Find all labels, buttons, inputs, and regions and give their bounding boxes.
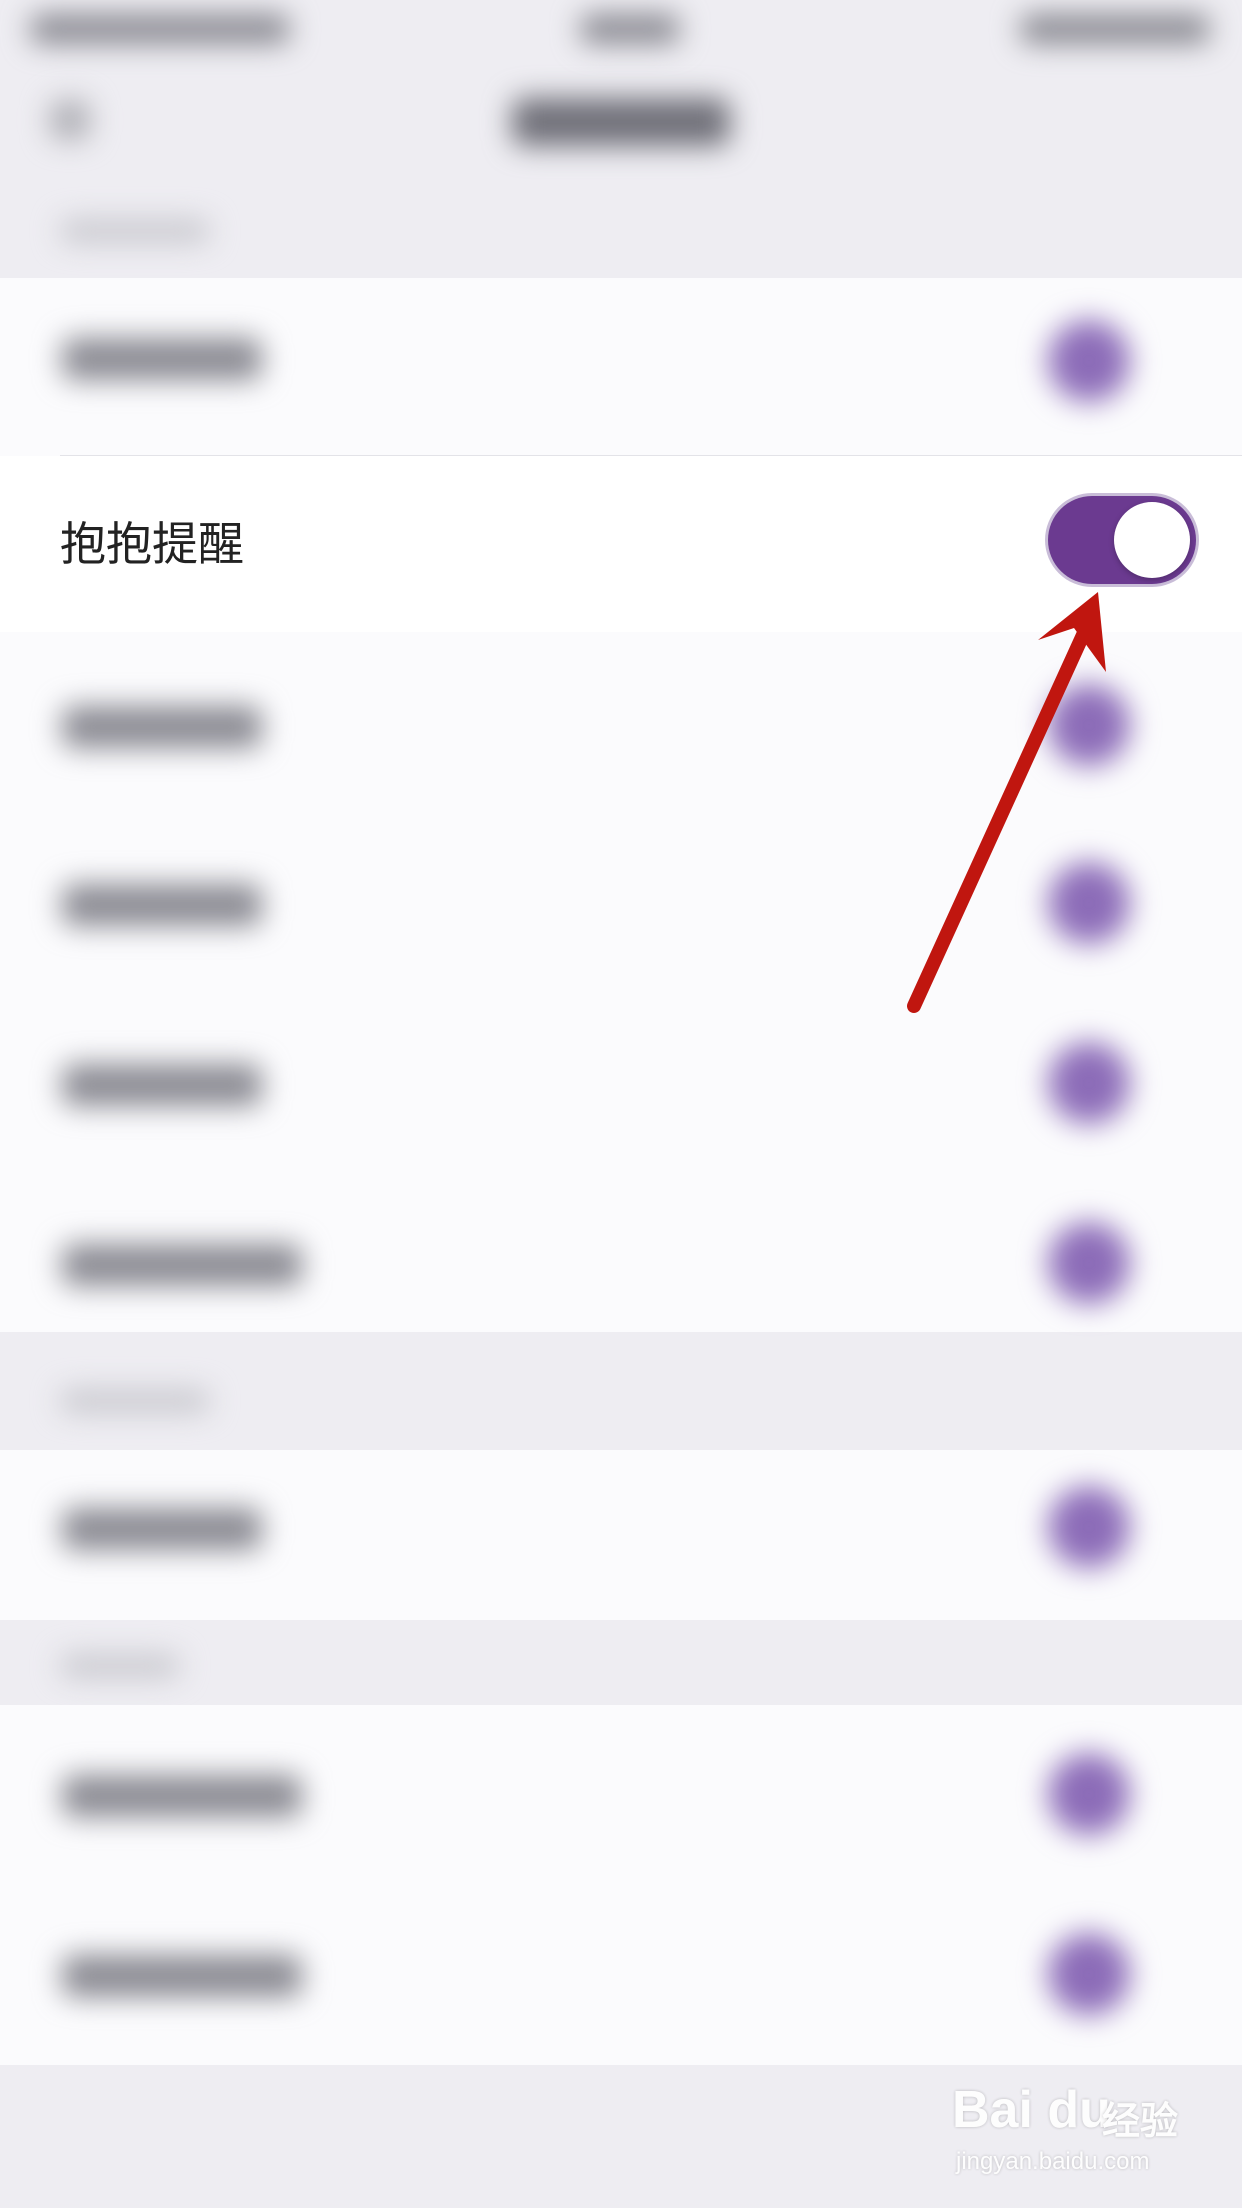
blurred-setting-rows	[0, 1705, 1242, 2065]
baidu-logo: Bai du	[952, 2081, 1111, 2139]
baidu-watermark: Bai du 经验 jingyan.baidu.com	[952, 2070, 1202, 2190]
blurred-section-header	[0, 1370, 1242, 1420]
setting-row-hug-reminder: 抱抱提醒	[0, 456, 1242, 632]
blurred-setting-rows	[0, 632, 1242, 1332]
blurred-setting-row	[0, 1450, 1242, 1620]
blurred-section-header	[0, 210, 1242, 260]
toggle-knob	[1114, 502, 1190, 578]
blurred-status-bar	[0, 0, 1242, 60]
hug-reminder-toggle[interactable]	[1048, 496, 1196, 584]
blurred-nav-bar	[0, 80, 1242, 170]
blurred-page-title	[512, 98, 730, 146]
back-icon	[50, 100, 90, 140]
setting-label: 抱抱提醒	[60, 517, 244, 571]
watermark-brand: 经验	[1102, 2099, 1179, 2143]
blurred-section-header	[0, 1635, 1242, 1685]
blurred-setting-row	[0, 278, 1242, 456]
watermark-url: jingyan.baidu.com	[956, 2148, 1150, 2175]
